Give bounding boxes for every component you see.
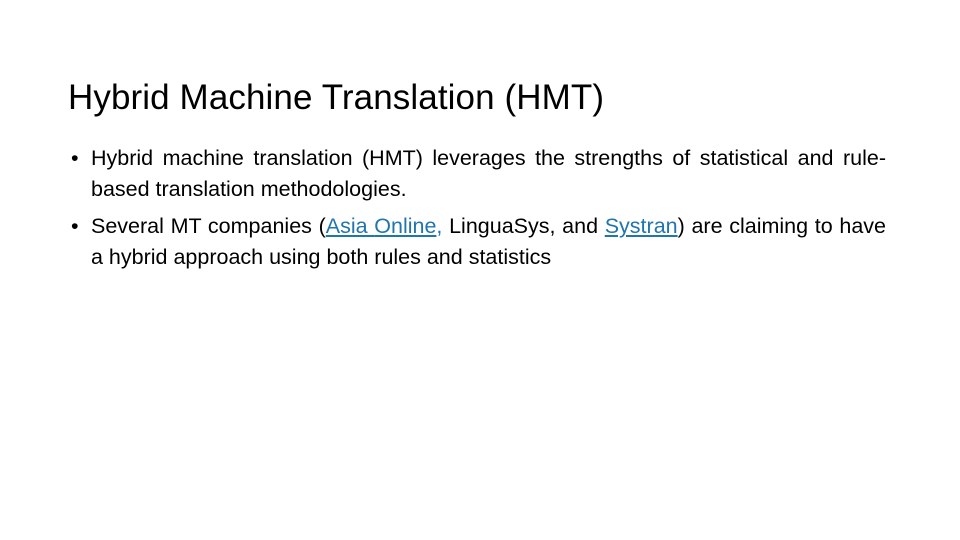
slide-canvas: Hybrid Machine Translation (HMT) • Hybri… [0,0,960,540]
list-item: • Several MT companies (Asia Online, Ling… [68,211,886,273]
link-asia[interactable]: Asia [326,214,375,238]
list-item: • Hybrid machine translation (HMT) lever… [68,143,886,205]
slide-body-content: • Hybrid machine translation (HMT) lever… [68,143,886,273]
page-title: Hybrid Machine Translation (HMT) [68,78,605,118]
bullet-point-icon: • [71,146,79,170]
link-online[interactable]: Online [374,214,436,238]
bullet-point-icon: • [71,214,79,238]
bullet-text-lead-in: Several MT companies ( [91,214,326,238]
link-systran[interactable]: Systran [605,214,678,238]
bullet-text-hmt-definition: Hybrid machine translation (HMT) leverag… [91,146,886,201]
bullet-text-middle: LinguaSys, and [442,214,605,238]
